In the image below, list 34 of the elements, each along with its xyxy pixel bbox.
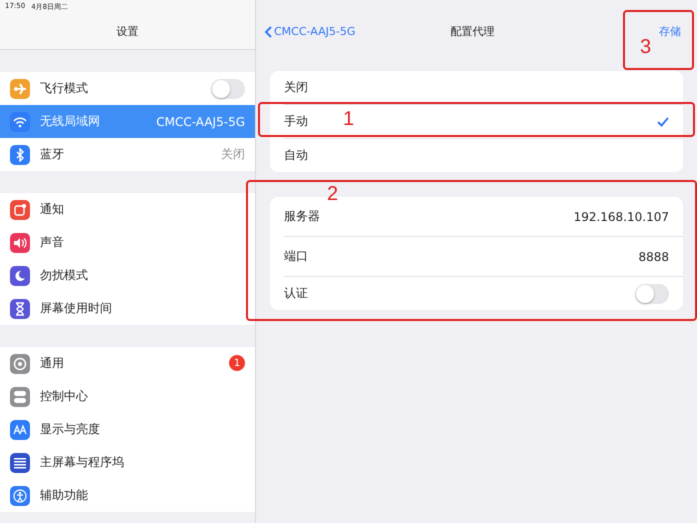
annotation-number: 3 (640, 36, 652, 59)
item-label: 辅助功能 (40, 487, 88, 504)
item-label: 主屏幕与程序坞 (40, 454, 124, 470)
item-label: 控制中心 (40, 388, 88, 404)
item-label: 显示与亮度 (40, 420, 100, 438)
item-label: 通用 (40, 354, 64, 372)
page-title: 配置代理 (450, 24, 494, 39)
toggle-switch[interactable] (635, 284, 669, 304)
sidebar-title: 设置 (116, 24, 140, 40)
count-badge: 1 (229, 355, 245, 371)
back-label: CMCC-AAJ5-5G (274, 25, 356, 38)
item-value: CMCC-AAJ5-5G (156, 114, 245, 128)
proxy-option[interactable]: 自动 (284, 139, 683, 172)
field-label: 服务器 (284, 208, 320, 225)
save-button[interactable]: 存储 (659, 24, 681, 39)
annotation-number: 1 (343, 108, 354, 131)
chevron-left-icon (264, 26, 272, 38)
item-label: 飞行模式 (40, 80, 88, 97)
field-label: 认证 (284, 285, 308, 302)
annotation-number: 2 (327, 183, 338, 206)
item-value: 关闭 (221, 146, 245, 163)
proxy-option[interactable]: 关闭 (284, 71, 683, 105)
field-value[interactable]: 8888 (638, 250, 669, 264)
item-label: 通知 (40, 200, 64, 218)
item-label: 蓝牙 (40, 146, 64, 163)
field-value[interactable]: 192.168.10.107 (574, 210, 669, 224)
item-label: 声音 (40, 234, 64, 250)
back-link[interactable]: CMCC-AAJ5-5G (264, 25, 450, 38)
item-label: 勿扰模式 (40, 266, 88, 284)
item-label: 屏幕使用时间 (40, 300, 112, 317)
toggle-switch[interactable] (211, 78, 245, 98)
item-label: 无线局域网 (40, 113, 100, 130)
field-label: 端口 (284, 248, 308, 265)
annotation-frame (623, 10, 694, 70)
